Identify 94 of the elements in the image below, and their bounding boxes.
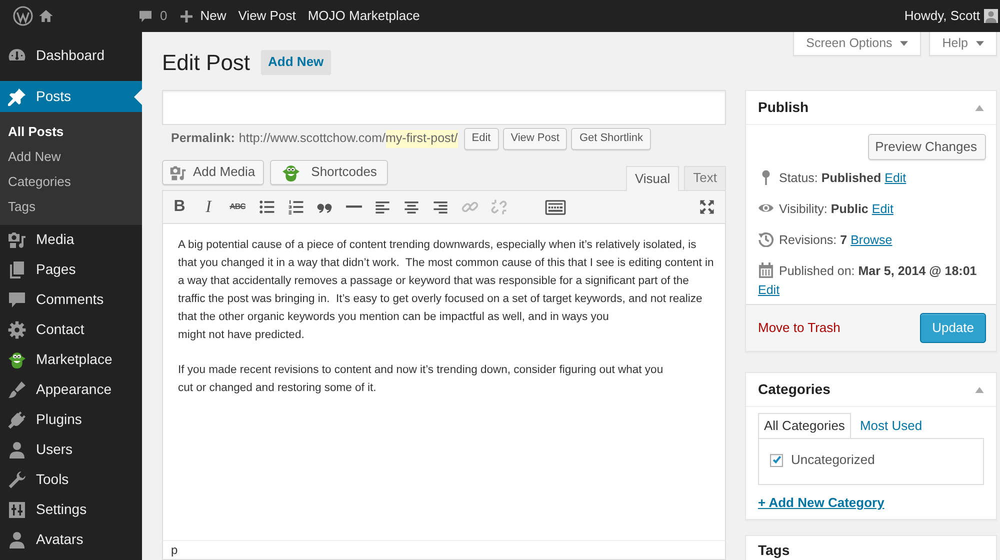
unlink-icon	[490, 198, 508, 216]
menu-item[interactable]: Settings	[0, 495, 142, 525]
keyboard-icon	[545, 198, 566, 216]
edit-link[interactable]: Edit	[884, 171, 906, 185]
menu-item[interactable]: Appearance	[0, 375, 142, 405]
browse-link[interactable]: Browse	[850, 233, 892, 247]
panel-title: Categories	[758, 380, 830, 399]
menu-item[interactable]: Pages	[0, 255, 142, 285]
monster-icon	[281, 162, 302, 182]
bold-button[interactable]: B	[165, 190, 194, 224]
plus-icon	[179, 8, 194, 24]
menu-item[interactable]: Avatars	[0, 525, 142, 555]
edit-link[interactable]: Edit	[872, 202, 894, 216]
add-media-button[interactable]: Add Media	[162, 160, 264, 185]
italic-button[interactable]: I	[194, 190, 223, 224]
paragraph-text: If you made recent revisions to content and now it’s trending down, consider figuring out what you cut or changed and restoring some of it.	[178, 363, 664, 396]
account-link[interactable]: Howdy, Scott	[898, 0, 1000, 32]
menu-item[interactable]: Users	[0, 435, 142, 465]
caret-icon	[976, 41, 984, 46]
pointer-notch-icon	[134, 89, 142, 105]
element-path[interactable]: p	[171, 543, 178, 557]
add-category-link[interactable]: + Add New Category	[758, 494, 884, 512]
edit-slug-button[interactable]: Edit	[464, 128, 499, 150]
page-title: Edit Post	[162, 49, 250, 77]
category-tab[interactable]: Most Used	[854, 413, 928, 438]
bullet-list-icon	[258, 198, 276, 216]
submenu-item[interactable]: Categories	[0, 169, 142, 194]
category-tab[interactable]: All Categories	[758, 413, 851, 438]
menu-item[interactable]: Marketplace	[0, 345, 142, 375]
editor-tab[interactable]: Text	[684, 166, 726, 190]
submenu-item[interactable]: Tags	[0, 194, 142, 219]
revisions-text: Revisions: 7	[779, 233, 848, 247]
logo-icon[interactable]	[13, 6, 33, 26]
permalink-url: http://www.scottchow.com/	[238, 130, 386, 148]
menu-item[interactable]: Contact	[0, 315, 142, 345]
submenu-item[interactable]: Add New	[0, 144, 142, 169]
align-right-icon	[432, 198, 449, 216]
view-post-button[interactable]: View Post	[502, 128, 568, 150]
paintbrush-icon	[7, 380, 27, 400]
comments-link[interactable]: 0	[132, 0, 174, 32]
menu-item[interactable]: Dashboard	[0, 40, 142, 72]
numbered-list-icon	[286, 198, 304, 216]
admin-bar-link[interactable]: View Post	[232, 0, 302, 32]
camera-music-icon	[7, 230, 27, 250]
caret-icon	[900, 41, 908, 46]
monster-icon	[7, 350, 27, 370]
menu-item[interactable]: Comments	[0, 285, 142, 315]
history-icon	[758, 231, 774, 247]
menu-item[interactable]: Media	[0, 225, 142, 255]
category-name: Uncategorized	[791, 451, 875, 469]
pushpin-icon	[7, 86, 27, 106]
menu-item[interactable]: Plugins	[0, 405, 142, 435]
plug-icon	[7, 410, 27, 430]
permalink-label: Permalink:	[171, 130, 235, 148]
title-field[interactable]	[162, 90, 726, 125]
wrench-icon	[7, 470, 27, 490]
speech-bubble-icon	[7, 290, 27, 310]
avatar-icon	[984, 9, 998, 23]
shortcodes-button[interactable]: Shortcodes	[270, 160, 388, 185]
publish-date-text: Published on: Mar 5, 2014 @ 18:01	[779, 264, 977, 278]
submenu-item[interactable]: All Posts	[0, 119, 142, 144]
align-center-icon	[403, 198, 420, 216]
person-icon	[7, 530, 27, 550]
horizontal-line-icon	[346, 205, 362, 209]
new-content-link[interactable]: New	[173, 0, 232, 32]
help-tab[interactable]: Help	[929, 32, 997, 56]
editor-tab[interactable]: Visual	[626, 166, 680, 191]
paragraph-text: A big potential cause of a piece of content trending downwards, especially when it’s relatively isolated, is that you changed it in a way that didn’t work. The most common cause of this that I see is editing content in a way that accidentally removes a passage or keyword that was responsible for a significant part of the traffic the post was bringing in. It’s easy to get overly focused on a set of target keywords, and not realize that the other organic keywords you mention can be impactful as well, and in ways you might not have predicted.	[178, 238, 715, 343]
preview-changes-button[interactable]: Preview Changes	[868, 134, 986, 160]
speech-bubble-icon	[138, 8, 153, 24]
sliders-icon	[7, 500, 27, 520]
panel-title: Tags	[758, 541, 790, 560]
person-icon	[7, 440, 27, 460]
checkbox[interactable]	[770, 454, 783, 467]
edit-link[interactable]: Edit	[758, 283, 780, 297]
screen-options-tab[interactable]: Screen Options	[793, 32, 922, 56]
permalink-slug[interactable]: my-first-post/	[386, 130, 458, 148]
home-icon[interactable]	[38, 8, 54, 24]
visibility-text: Visibility: Public	[779, 202, 868, 216]
menu-item[interactable]: Posts	[0, 81, 142, 112]
stacked-pages-icon	[7, 260, 27, 280]
fullscreen-icon	[698, 199, 714, 215]
panel-title: Publish	[758, 98, 809, 117]
status-text: Status: Published	[779, 171, 882, 185]
calendar-icon	[758, 262, 774, 278]
add-new-button[interactable]: Add New	[261, 50, 331, 75]
gear-icon	[7, 320, 27, 340]
menu-item[interactable]: Tools	[0, 465, 142, 495]
strikethrough-button[interactable]: ABC	[223, 190, 252, 224]
admin-bar-link[interactable]: MOJO Marketplace	[302, 0, 426, 32]
move-to-trash-link[interactable]: Move to Trash	[758, 318, 840, 338]
camera-music-icon	[169, 164, 187, 182]
align-left-icon	[374, 198, 391, 216]
get-shortlink-button[interactable]: Get Shortlink	[571, 128, 652, 150]
